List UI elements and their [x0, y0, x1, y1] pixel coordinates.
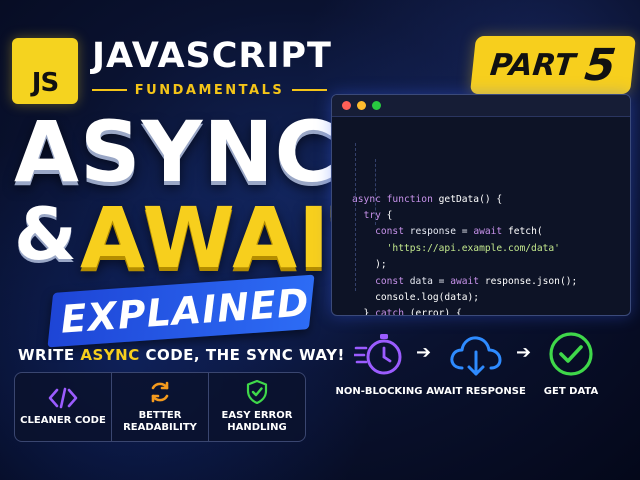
- feature-cleaner-code: CLEANER CODE: [15, 373, 112, 441]
- divider: [292, 89, 327, 91]
- code-line: const response = await fetch(: [352, 224, 630, 240]
- stopwatch-icon: [354, 334, 402, 375]
- headline-ampersand: &: [14, 192, 77, 276]
- feature-label: CLEANER CODE: [20, 414, 106, 426]
- indent-guide: [355, 143, 356, 291]
- code-token: (error) {: [404, 308, 462, 316]
- code-line: const data = await response.json();: [352, 274, 630, 290]
- feature-better-readability: BETTER READABILITY: [112, 373, 209, 441]
- code-token: }: [352, 308, 376, 316]
- code-token: response =: [409, 226, 474, 238]
- flow-step-await-response: AWAIT RESPONSE: [426, 330, 526, 397]
- code-token: fetch(: [507, 226, 543, 238]
- arrow-right-icon: ➔: [516, 342, 532, 363]
- feature-label: EASY ERROR HANDLING: [221, 409, 293, 434]
- flow-step-non-blocking: NON-BLOCKING: [336, 330, 422, 397]
- code-window-titlebar: [332, 95, 630, 117]
- feature-easy-error-handling: EASY ERROR HANDLING: [209, 373, 305, 441]
- code-token: const: [375, 226, 410, 238]
- code-token: {: [380, 210, 393, 222]
- code-window: async function getData() { try { const r…: [331, 94, 631, 316]
- code-line: console.log(data);: [352, 290, 630, 306]
- code-token: );: [352, 259, 387, 271]
- part-number: 5: [582, 39, 619, 91]
- flow-label: NON-BLOCKING: [335, 386, 423, 397]
- code-token: response.json();: [484, 275, 578, 287]
- part-label: PART: [488, 47, 577, 83]
- code-line: );: [352, 257, 630, 273]
- headline-async: ASYNC: [14, 103, 338, 201]
- tagline-prefix: WRITE: [18, 346, 81, 364]
- code-line: async function getData() {: [352, 192, 630, 208]
- tagline: WRITE ASYNC CODE, THE SYNC WAY!: [18, 346, 345, 364]
- code-token: await: [473, 226, 508, 238]
- code-token: console.log(data);: [352, 292, 480, 304]
- code-token: async function: [352, 193, 439, 205]
- features-box: CLEANER CODE BETTER READABILITY EASY ERR…: [14, 372, 306, 442]
- code-token: 'https://api.example.com/data': [386, 242, 560, 254]
- flow-label: AWAIT RESPONSE: [426, 386, 526, 397]
- cloud-download-icon: [450, 336, 502, 376]
- js-logo-text: JS: [31, 68, 59, 98]
- indent-guide: [375, 159, 376, 225]
- minimize-dot-icon: [357, 101, 366, 110]
- check-circle-icon: [549, 332, 593, 376]
- code-line: } catch (error) {: [352, 306, 630, 316]
- brand-subtitle-row: FUNDAMENTALS: [92, 80, 327, 100]
- divider: [92, 89, 127, 91]
- js-logo: JS: [12, 38, 78, 104]
- code-token: data =: [409, 275, 451, 287]
- flow-label: GET DATA: [543, 386, 599, 397]
- code-token: catch: [375, 308, 404, 316]
- code-body: async function getData() { try { const r…: [332, 117, 630, 316]
- code-token: const: [375, 275, 410, 287]
- brand-subtitle: FUNDAMENTALS: [134, 82, 285, 98]
- maximize-dot-icon: [372, 101, 381, 110]
- close-dot-icon: [342, 101, 351, 110]
- shield-check-icon: [246, 379, 268, 404]
- code-token: try: [363, 210, 381, 222]
- tagline-suffix: CODE, THE SYNC WAY!: [139, 346, 345, 364]
- code-line: try {: [352, 208, 630, 224]
- refresh-icon: [151, 381, 169, 402]
- code-token: await: [450, 275, 485, 287]
- code-brackets-icon: [48, 387, 78, 409]
- code-line: 'https://api.example.com/data': [352, 241, 630, 257]
- feature-label: BETTER READABILITY: [123, 409, 197, 434]
- tagline-highlight: ASYNC: [80, 346, 140, 364]
- part-badge: PART 5: [469, 36, 637, 94]
- flow-step-get-data: GET DATA: [536, 330, 606, 397]
- arrow-right-icon: ➔: [416, 342, 432, 363]
- code-token: getData() {: [438, 193, 503, 205]
- brand-title: JAVASCRIPT: [92, 36, 332, 76]
